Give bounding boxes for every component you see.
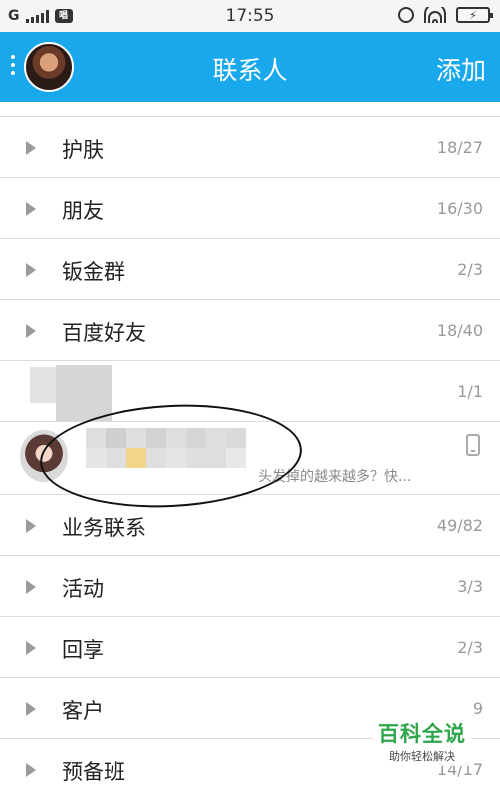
expand-arrow-icon bbox=[26, 263, 36, 277]
expand-arrow-icon bbox=[26, 324, 36, 338]
group-row-huixiang[interactable]: 回享 2/3 bbox=[0, 617, 500, 678]
group-name: 业务联系 bbox=[62, 516, 146, 540]
blurred-friend-name bbox=[86, 428, 246, 468]
expand-arrow-icon bbox=[26, 141, 36, 155]
group-name: 客户 bbox=[62, 699, 104, 723]
group-name: 回享 bbox=[62, 638, 104, 662]
phone-icon bbox=[466, 434, 480, 456]
status-bar: G 唱 17:55 ⚡ bbox=[0, 0, 500, 32]
title-bar: 联系人 添加 bbox=[0, 32, 500, 102]
blurred-region bbox=[56, 365, 112, 421]
watermark-subtitle: 助你轻松解决 bbox=[389, 750, 455, 763]
wifi-icon bbox=[424, 7, 446, 23]
group-row-huodong[interactable]: 活动 3/3 bbox=[0, 556, 500, 617]
group-count: 3/3 bbox=[457, 577, 483, 596]
group-name: 活动 bbox=[62, 577, 104, 601]
contact-group-list: 护肤 18/27 朋友 16/30 钣金群 2/3 百度好友 18/40 1/1… bbox=[0, 116, 500, 790]
group-name: 护肤 bbox=[62, 138, 104, 162]
group-count: 49/82 bbox=[436, 516, 483, 535]
group-row-yewu[interactable]: 业务联系 49/82 bbox=[0, 495, 500, 556]
group-row-pengyou[interactable]: 朋友 16/30 bbox=[0, 178, 500, 239]
friend-avatar[interactable] bbox=[20, 430, 68, 482]
group-name: 百度好友 bbox=[62, 321, 146, 345]
group-count: 18/27 bbox=[436, 138, 483, 157]
group-name: 钣金群 bbox=[62, 260, 125, 284]
group-row-blurred[interactable]: 1/1 bbox=[0, 361, 500, 422]
battery-charging-icon: ⚡ bbox=[456, 7, 493, 23]
page-title: 联系人 bbox=[212, 56, 288, 85]
alarm-icon bbox=[398, 7, 414, 23]
expand-arrow-icon bbox=[26, 641, 36, 655]
group-count: 9 bbox=[472, 699, 483, 718]
expand-arrow-icon bbox=[26, 202, 36, 216]
watermark: 百科全说 助你轻松解决 bbox=[372, 716, 472, 766]
watermark-title: 百科全说 bbox=[378, 722, 466, 746]
friend-list-item[interactable]: 头发掉的越来越多？快... bbox=[0, 422, 500, 495]
expand-arrow-icon bbox=[26, 763, 36, 777]
expand-arrow-icon bbox=[26, 519, 36, 533]
group-row-banjin[interactable]: 钣金群 2/3 bbox=[0, 239, 500, 300]
add-button[interactable]: 添加 bbox=[436, 51, 486, 87]
expand-arrow-icon bbox=[26, 580, 36, 594]
group-count: 2/3 bbox=[457, 638, 483, 657]
expand-arrow-icon bbox=[26, 702, 36, 716]
group-count: 1/1 bbox=[457, 382, 483, 401]
group-count: 18/40 bbox=[436, 321, 483, 340]
group-name: 朋友 bbox=[62, 199, 104, 223]
group-name: 预备班 bbox=[62, 760, 125, 784]
group-count: 2/3 bbox=[457, 260, 483, 279]
group-row-baidu[interactable]: 百度好友 18/40 bbox=[0, 300, 500, 361]
friend-status-message: 头发掉的越来越多？快... bbox=[258, 469, 412, 485]
group-count: 16/30 bbox=[436, 199, 483, 218]
group-row-hufu[interactable]: 护肤 18/27 bbox=[0, 117, 500, 178]
